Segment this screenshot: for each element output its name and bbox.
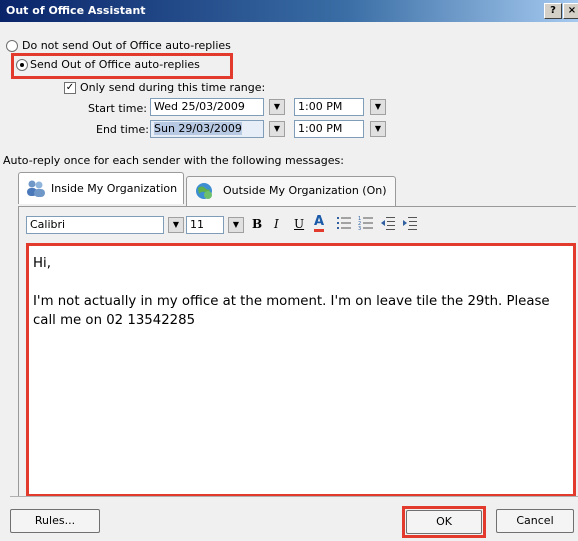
rules-button[interactable]: Rules... xyxy=(10,509,100,533)
window-title: Out of Office Assistant xyxy=(6,4,146,17)
font-size-field[interactable]: 11 xyxy=(186,216,224,234)
do-not-send-radio[interactable] xyxy=(6,40,18,52)
bold-button[interactable]: B xyxy=(252,217,262,231)
decrease-indent-icon[interactable] xyxy=(380,215,396,231)
highlight-ok-button xyxy=(402,506,486,538)
tab-outside-label: Outside My Organization (On) xyxy=(223,184,387,197)
italic-button[interactable]: I xyxy=(274,217,279,231)
globe-icon xyxy=(193,181,215,201)
cancel-button[interactable]: Cancel xyxy=(496,509,574,533)
numbering-icon[interactable]: 123 xyxy=(358,215,374,232)
format-toolbar: Calibri ▼ 11 ▼ B I U A 123 xyxy=(18,210,574,240)
tab-panel-left-border xyxy=(18,206,19,496)
end-time-label: End time: xyxy=(96,123,149,136)
auto-reply-label: Auto-reply once for each sender with the… xyxy=(3,154,344,167)
footer-separator xyxy=(10,496,578,497)
title-bar: Out of Office Assistant ? × xyxy=(0,0,578,22)
start-date-dropdown-icon[interactable]: ▼ xyxy=(269,99,285,115)
tab-outside-organization[interactable]: Outside My Organization (On) xyxy=(186,176,396,206)
help-button[interactable]: ? xyxy=(544,3,562,19)
svg-text:3: 3 xyxy=(358,226,361,231)
font-name-dropdown-icon[interactable]: ▼ xyxy=(168,217,184,233)
highlight-send-option xyxy=(11,53,233,79)
bullets-icon[interactable] xyxy=(336,215,352,231)
time-range-label: Only send during this time range: xyxy=(80,81,266,94)
out-of-office-dialog: Out of Office Assistant ? × Do not send … xyxy=(0,0,578,541)
end-date-field[interactable]: Sun 29/03/2009 xyxy=(150,120,264,138)
start-time-label: Start time: xyxy=(88,102,147,115)
do-not-send-label: Do not send Out of Office auto-replies xyxy=(22,39,231,52)
end-time-dropdown-icon[interactable]: ▼ xyxy=(370,121,386,137)
people-icon xyxy=(25,179,45,197)
font-size-dropdown-icon[interactable]: ▼ xyxy=(228,217,244,233)
end-date-dropdown-icon[interactable]: ▼ xyxy=(269,121,285,137)
tab-panel-border xyxy=(18,206,576,207)
start-time-field[interactable]: 1:00 PM xyxy=(294,98,364,116)
tab-inside-label: Inside My Organization xyxy=(51,182,178,195)
time-range-checkbox[interactable]: ✓ xyxy=(64,82,76,94)
start-time-dropdown-icon[interactable]: ▼ xyxy=(370,99,386,115)
end-date-value: Sun 29/03/2009 xyxy=(154,122,242,135)
highlight-message-area xyxy=(26,243,576,497)
close-button[interactable]: × xyxy=(563,3,578,19)
font-color-button[interactable]: A xyxy=(314,215,325,232)
end-time-field[interactable]: 1:00 PM xyxy=(294,120,364,138)
tab-inside-organization[interactable]: Inside My Organization xyxy=(18,172,184,204)
font-name-field[interactable]: Calibri xyxy=(26,216,164,234)
increase-indent-icon[interactable] xyxy=(402,215,418,231)
start-date-field[interactable]: Wed 25/03/2009 xyxy=(150,98,264,116)
underline-button[interactable]: U xyxy=(294,217,304,231)
